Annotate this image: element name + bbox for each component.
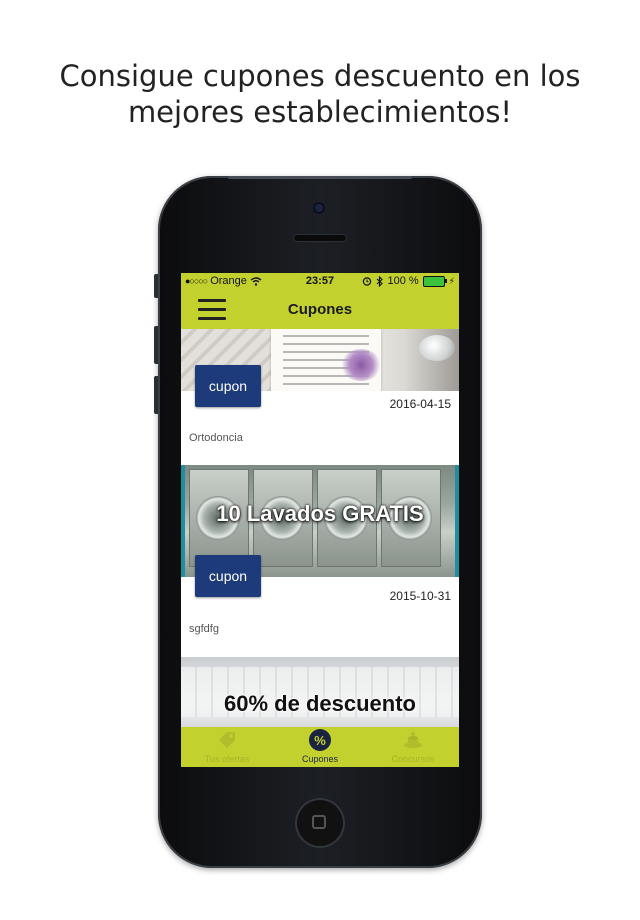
headline-line-1: Consigue cupones descuento en los: [59, 59, 581, 93]
percent-icon: %: [309, 729, 331, 751]
tab-tus-ofertas[interactable]: Tus ofertas: [181, 727, 273, 767]
page-title: Cupones: [287, 301, 353, 318]
battery-icon: [422, 275, 447, 287]
status-right: 100 % ⚡: [362, 275, 455, 287]
phone-frame: ●○○○○ Orange 23:57 100 % ⚡ Cupones cupon…: [154, 176, 482, 868]
tab-label: Concursos: [391, 754, 435, 764]
coupon-card[interactable]: 60% de descuento: [181, 657, 459, 727]
coupon-card[interactable]: 10 Lavados GRATIS cupon 2015-10-31 sgfdf…: [181, 465, 459, 656]
tab-cupones[interactable]: % Cupones: [274, 727, 366, 767]
earpiece-speaker: [293, 234, 347, 242]
coupon-overlay-text: 60% de descuento: [224, 691, 416, 716]
coupon-overlay-text: 10 Lavados GRATIS: [216, 501, 424, 526]
nav-bar: Cupones: [181, 291, 459, 329]
volume-down-button: [154, 376, 158, 414]
tab-bar: Tus ofertas % Cupones Concursos: [181, 727, 459, 767]
home-button[interactable]: [295, 798, 345, 848]
status-bar: ●○○○○ Orange 23:57 100 % ⚡: [181, 273, 459, 291]
phone-top-edge: [228, 176, 412, 179]
coupon-date: 2015-10-31: [389, 589, 451, 603]
coupon-date: 2016-04-15: [389, 397, 451, 411]
coupon-category: sgfdfg: [189, 623, 219, 635]
promo-headline: Consigue cupones descuento en los mejore…: [0, 58, 640, 130]
trophy-icon: [404, 732, 422, 748]
tag-icon: [219, 732, 235, 748]
tab-concursos[interactable]: Concursos: [367, 727, 459, 767]
charging-icon: ⚡: [448, 275, 455, 286]
coupon-card[interactable]: cupon 2016-04-15 Ortodoncia: [181, 329, 459, 465]
coupon-category: Ortodoncia: [189, 432, 243, 444]
bluetooth-icon: [377, 275, 384, 287]
battery-percent: 100 %: [387, 275, 419, 287]
tab-label: Tus ofertas: [204, 754, 250, 764]
tab-label: Cupones: [301, 754, 339, 764]
cupon-button[interactable]: cupon: [195, 555, 261, 597]
mute-switch: [154, 274, 158, 298]
volume-up-button: [154, 326, 158, 364]
phone-screen: ●○○○○ Orange 23:57 100 % ⚡ Cupones cupon…: [181, 273, 459, 767]
headline-line-2: mejores establecimientos!: [127, 95, 513, 129]
front-camera: [313, 202, 325, 214]
cupon-button[interactable]: cupon: [195, 365, 261, 407]
coupon-feed[interactable]: cupon 2016-04-15 Ortodoncia 10 Lavados G…: [181, 329, 459, 727]
alarm-icon: [363, 277, 372, 286]
